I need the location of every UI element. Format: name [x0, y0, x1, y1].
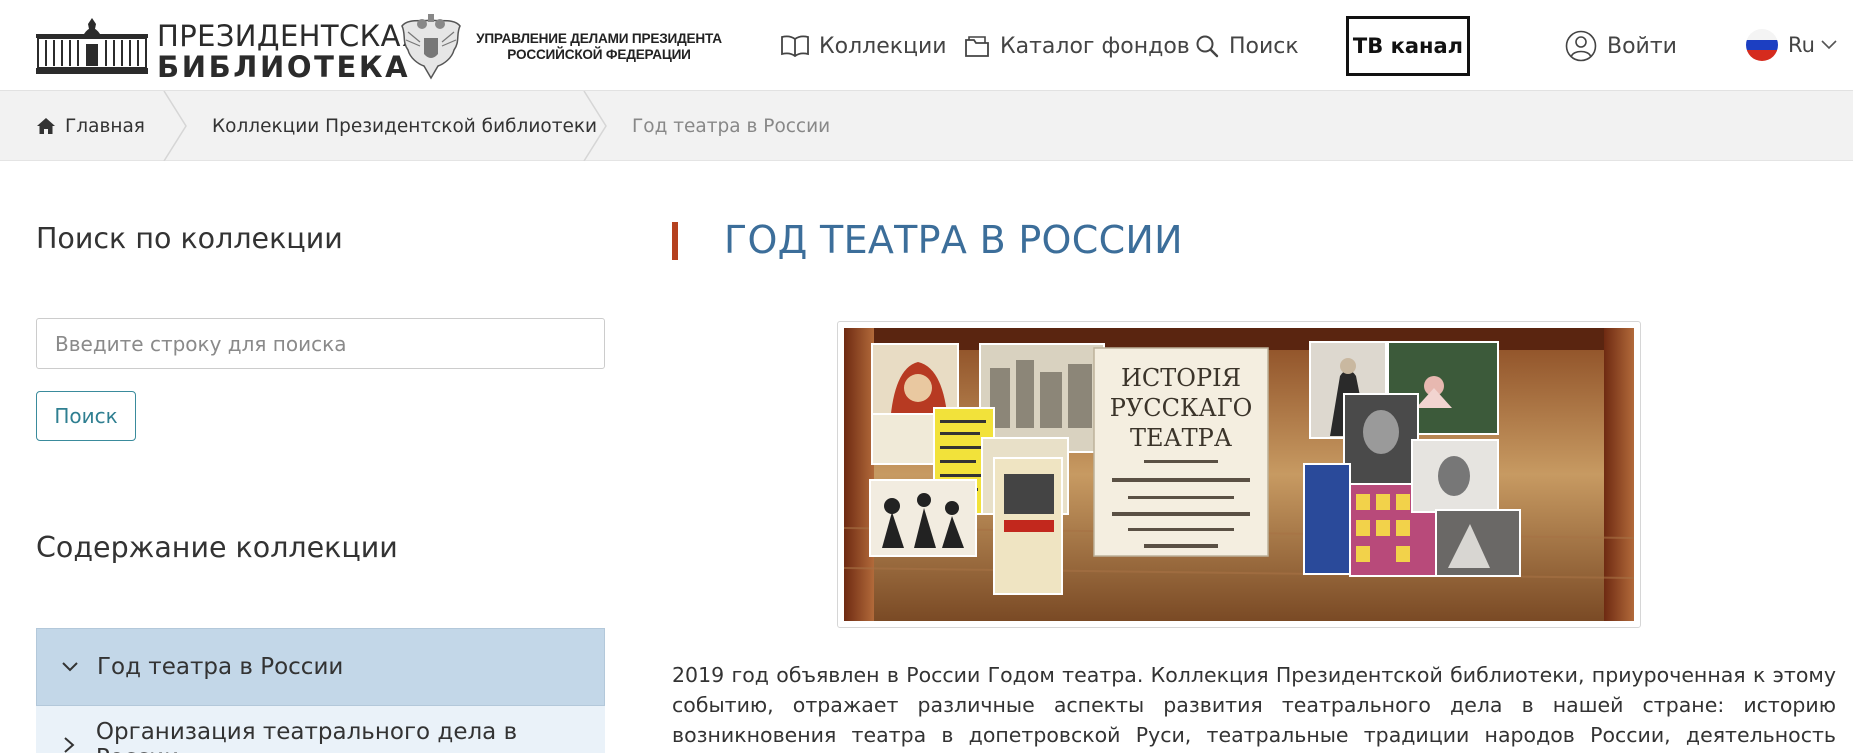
- tree-item-theatre-organization[interactable]: Организация театрального дела в России: [36, 706, 605, 753]
- language-label: Ru: [1788, 33, 1815, 57]
- coat-of-arms-icon[interactable]: [398, 12, 464, 80]
- nav-catalog[interactable]: Каталог фондов: [964, 30, 1190, 62]
- collection-search-input[interactable]: [36, 318, 605, 369]
- nav-search[interactable]: Поиск: [1195, 30, 1299, 62]
- admin-line-2: РОССИЙСКОЙ ФЕДЕРАЦИИ: [507, 47, 691, 62]
- library-building-logo-icon[interactable]: [36, 16, 148, 76]
- banner-book-line-1: ИСТОРІЯ: [1121, 364, 1241, 392]
- logo-line-2: БИБЛИОТЕКА: [157, 50, 411, 84]
- breadcrumb-home[interactable]: Главная: [36, 91, 145, 161]
- chevron-down-icon: [62, 662, 78, 672]
- page-title: ГОД ТЕАТРА В РОССИИ: [724, 218, 1183, 262]
- presidential-administration-label: УПРАВЛЕНИЕ ДЕЛАМИ ПРЕЗИДЕНТА РОССИЙСКОЙ …: [476, 31, 722, 63]
- chevron-right-icon: [64, 737, 75, 753]
- breadcrumb-home-label: Главная: [65, 115, 145, 137]
- nav-collections-label: Коллекции: [819, 33, 947, 59]
- library-wordmark[interactable]: ПРЕЗИДЕНТСКАЯ БИБЛИОТЕКА: [157, 22, 421, 82]
- chevron-down-icon: [1821, 40, 1837, 50]
- theatre-collage-image: ИСТОРІЯ РУССКАГО ТЕАТРА: [843, 328, 1635, 621]
- collection-banner: ИСТОРІЯ РУССКАГО ТЕАТРА: [837, 321, 1641, 628]
- breadcrumb-collections[interactable]: Коллекции Президентской библиотеки: [212, 91, 597, 161]
- folder-icon: [965, 36, 989, 57]
- nav-login-label: Войти: [1607, 33, 1677, 59]
- breadcrumb-separator-icon: [583, 91, 607, 161]
- breadcrumb: Главная Коллекции Президентской библиоте…: [0, 91, 1853, 161]
- collection-intro-text: 2019 год объявлен в России Годом театра.…: [672, 663, 1836, 747]
- tv-channel-button[interactable]: ТВ канал: [1346, 16, 1470, 76]
- title-marker: [672, 222, 678, 260]
- home-icon: [37, 118, 55, 134]
- tree-item-label: Год театра в России: [97, 654, 344, 680]
- language-selector[interactable]: Ru: [1746, 28, 1837, 62]
- nav-catalog-label: Каталог фондов: [1000, 33, 1190, 59]
- russia-flag-icon: [1746, 29, 1778, 61]
- collection-search-button[interactable]: Поиск: [36, 391, 136, 441]
- collection-contents-title: Содержание коллекции: [36, 531, 398, 564]
- breadcrumb-separator-icon: [163, 91, 187, 161]
- nav-collections[interactable]: Коллекции: [781, 30, 947, 62]
- logo-line-1: ПРЕЗИДЕНТСКАЯ: [157, 19, 422, 53]
- admin-line-1: УПРАВЛЕНИЕ ДЕЛАМИ ПРЕЗИДЕНТА: [476, 31, 722, 46]
- site-header: ПРЕЗИДЕНТСКАЯ БИБЛИОТЕКА УПРАВЛЕНИЕ ДЕЛА…: [0, 0, 1853, 91]
- breadcrumb-current: Год театра в России: [632, 115, 831, 137]
- search-icon: [1196, 35, 1219, 58]
- user-icon: [1565, 30, 1597, 62]
- open-book-icon: [781, 35, 809, 57]
- banner-book-line-3: ТЕАТРА: [1130, 424, 1232, 452]
- collection-search-title: Поиск по коллекции: [36, 222, 343, 255]
- nav-search-label: Поиск: [1229, 33, 1299, 59]
- nav-login[interactable]: Войти: [1565, 30, 1677, 62]
- banner-book-line-2: РУССКАГО: [1110, 394, 1253, 422]
- tree-item-theatre-year[interactable]: Год театра в России: [36, 628, 605, 706]
- tree-item-label: Организация театрального дела в России: [95, 719, 518, 753]
